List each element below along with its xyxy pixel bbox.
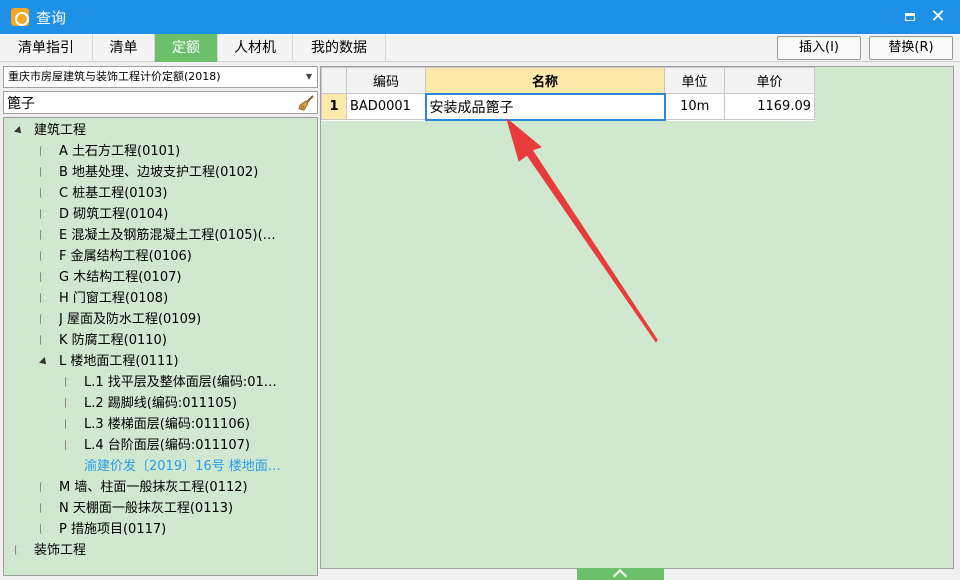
tree-collapsed-icon[interactable] bbox=[39, 477, 49, 498]
tab-labor-material-machine[interactable]: 人材机 bbox=[218, 34, 293, 62]
tree-item[interactable]: J 屋面及防水工程(0109) bbox=[59, 309, 316, 330]
tree-item[interactable]: D 砌筑工程(0104) bbox=[59, 204, 316, 225]
tree-item[interactable]: M 墙、柱面一般抹灰工程(0112) bbox=[59, 477, 316, 498]
tree-item[interactable]: B 地基处理、边坡支护工程(0102) bbox=[59, 162, 316, 183]
maximize-icon[interactable] bbox=[900, 7, 920, 27]
cell-price[interactable]: 1169.09 bbox=[724, 93, 815, 120]
tree-collapsed-icon[interactable] bbox=[39, 183, 49, 204]
row-number-header bbox=[321, 67, 347, 94]
tree-collapsed-icon[interactable] bbox=[39, 309, 49, 330]
cell-unit[interactable]: 10m bbox=[664, 93, 725, 120]
tree-collapsed-icon[interactable] bbox=[39, 267, 49, 288]
table-row[interactable]: 1 BAD0001 安装成品篦子 10m 1169.09 bbox=[321, 92, 815, 121]
tree-expanded-icon[interactable] bbox=[39, 351, 49, 372]
tree-collapsed-icon[interactable] bbox=[39, 141, 49, 162]
tree-collapsed-icon[interactable] bbox=[39, 225, 49, 246]
left-panel: 重庆市房屋建筑与装饰工程计价定额(2018) ▼ 建筑工程A 土石方工程(010… bbox=[3, 66, 318, 576]
quota-tree: 建筑工程 A 土石方工程(0101) B 地基处理、边坡支护工程(0102) C 桩基… bbox=[3, 117, 318, 576]
tree-collapsed-icon[interactable] bbox=[64, 372, 74, 393]
tree-item[interactable]: L.4 台阶面层(编码:011107) bbox=[84, 435, 316, 456]
table-header-row: 编码 名称 单位 单价 bbox=[321, 67, 815, 94]
tree-collapsed-icon[interactable] bbox=[39, 162, 49, 183]
tree-item[interactable]: P 措施项目(0117) bbox=[59, 519, 316, 540]
tab-my-data[interactable]: 我的数据 bbox=[293, 34, 386, 62]
app-logo-icon bbox=[11, 8, 29, 26]
quota-library-select[interactable]: 重庆市房屋建筑与装饰工程计价定额(2018) ▼ bbox=[3, 66, 318, 88]
tree-item[interactable]: K 防腐工程(0110) bbox=[59, 330, 316, 351]
tree-collapsed-icon[interactable] bbox=[14, 540, 24, 561]
window-title: 查询 bbox=[36, 8, 67, 27]
search-box bbox=[3, 91, 318, 114]
tree-item[interactable]: F 金属结构工程(0106) bbox=[59, 246, 316, 267]
quota-library-value: 重庆市房屋建筑与装饰工程计价定额(2018) bbox=[8, 70, 221, 83]
tree-collapsed-icon[interactable] bbox=[39, 204, 49, 225]
tree-collapsed-icon[interactable] bbox=[64, 435, 74, 456]
tree-expanded-icon[interactable] bbox=[14, 120, 24, 141]
tree-item[interactable]: C 桩基工程(0103) bbox=[59, 183, 316, 204]
row-number: 1 bbox=[321, 93, 347, 120]
title-bar: 查询 ✕ bbox=[0, 0, 960, 34]
tree-link-item[interactable]: 渝建价发〔2019〕16号 楼地面… bbox=[84, 456, 316, 477]
tree-item[interactable]: L.1 找平层及整体面层(编码:01… bbox=[84, 372, 316, 393]
clear-broom-icon[interactable] bbox=[298, 95, 314, 111]
cell-name[interactable]: 安装成品篦子 bbox=[424, 92, 666, 121]
tree-item[interactable]: L.2 踢脚线(编码:011105) bbox=[84, 393, 316, 414]
results-table: 编码 名称 单位 单价 1 BAD0001 安装成品篦子 10m 1169.09 bbox=[321, 67, 815, 121]
tree-collapsed-icon[interactable] bbox=[39, 519, 49, 540]
tree-collapsed-icon[interactable] bbox=[39, 330, 49, 351]
insert-button[interactable]: 插入(I) bbox=[777, 36, 861, 60]
chevron-down-icon[interactable]: ▼ bbox=[306, 67, 312, 87]
column-header-price[interactable]: 单价 bbox=[724, 67, 815, 94]
cell-code[interactable]: BAD0001 bbox=[346, 93, 426, 120]
close-icon[interactable]: ✕ bbox=[928, 7, 948, 27]
tab-list[interactable]: 清单 bbox=[93, 34, 155, 62]
column-header-name[interactable]: 名称 bbox=[425, 67, 665, 94]
tree-item[interactable]: A 土石方工程(0101) bbox=[59, 141, 316, 162]
tab-list-guide[interactable]: 清单指引 bbox=[0, 34, 93, 62]
tree-item[interactable]: L.3 楼梯面层(编码:011106) bbox=[84, 414, 316, 435]
tree-item[interactable]: N 天棚面一般抹灰工程(0113) bbox=[59, 498, 316, 519]
tree-item[interactable]: E 混凝土及钢筋混凝土工程(0105)(… bbox=[59, 225, 316, 246]
tree-item[interactable]: 装饰工程 bbox=[34, 540, 316, 561]
tree-item[interactable]: L 楼地面工程(0111) bbox=[59, 351, 316, 372]
column-header-unit[interactable]: 单位 bbox=[664, 67, 725, 94]
results-panel: 编码 名称 单位 单价 1 BAD0001 安装成品篦子 10m 1169.09 bbox=[320, 66, 954, 569]
search-input[interactable] bbox=[4, 92, 284, 113]
tree-item[interactable]: H 门窗工程(0108) bbox=[59, 288, 316, 309]
tab-bar: 清单指引 清单 定额 人材机 我的数据 插入(I) 替换(R) bbox=[0, 34, 960, 62]
panel-collapse-handle[interactable] bbox=[577, 568, 664, 580]
tree-collapsed-icon[interactable] bbox=[64, 414, 74, 435]
column-header-code[interactable]: 编码 bbox=[346, 67, 426, 94]
tree-item[interactable]: 建筑工程 bbox=[34, 120, 316, 141]
replace-button[interactable]: 替换(R) bbox=[869, 36, 953, 60]
tree-collapsed-icon[interactable] bbox=[39, 498, 49, 519]
tree-item[interactable]: G 木结构工程(0107) bbox=[59, 267, 316, 288]
tree-collapsed-icon[interactable] bbox=[39, 288, 49, 309]
tab-quota[interactable]: 定额 bbox=[155, 34, 218, 62]
tree-collapsed-icon[interactable] bbox=[39, 246, 49, 267]
tree-collapsed-icon[interactable] bbox=[64, 393, 74, 414]
